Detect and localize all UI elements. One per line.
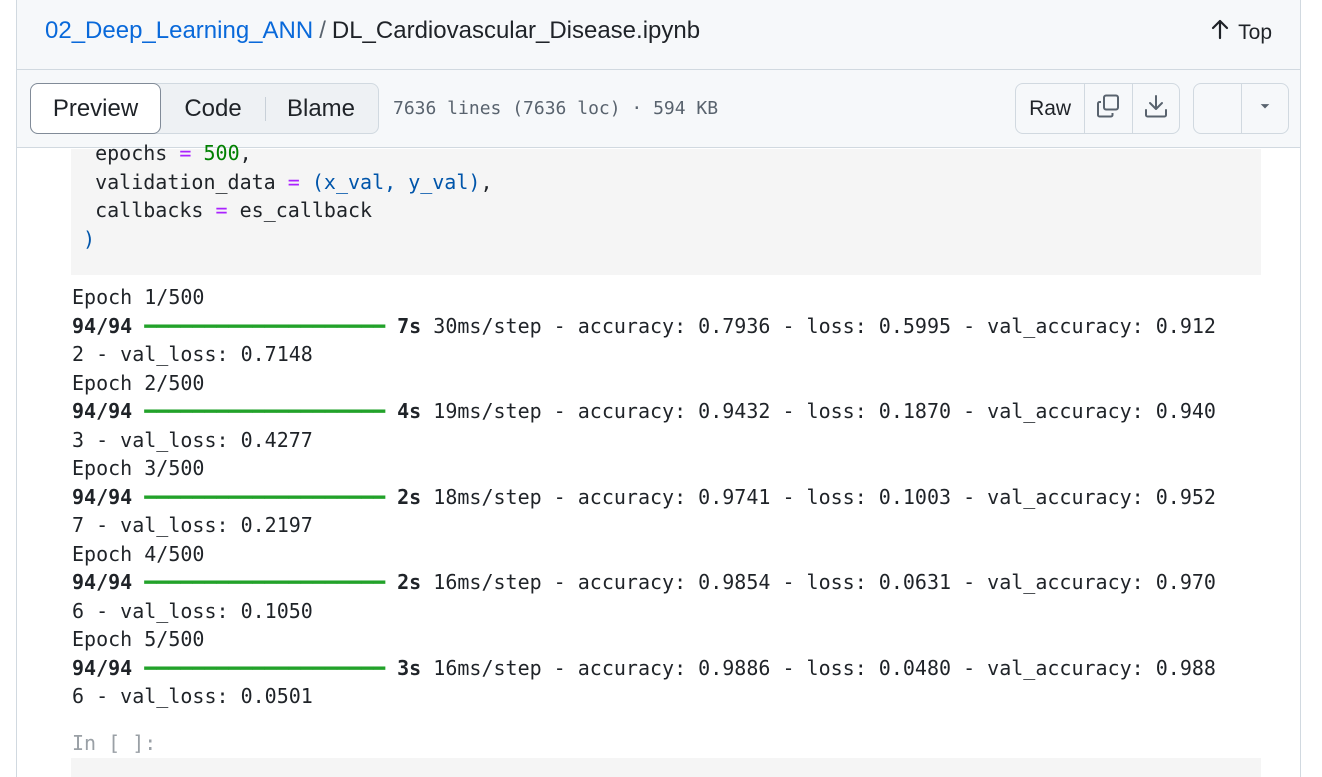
cell-output: Epoch 1/500 94/94 ━━━━━━━━━━━━━━━━━━━━ 7s… — [72, 283, 1262, 711]
edit-actions-group — [1193, 83, 1289, 134]
code-operator: = — [179, 141, 192, 165]
top-button-label: Top — [1238, 21, 1272, 44]
file-actions-group: Raw — [1015, 83, 1180, 134]
progress-bar: ━━━━━━━━━━━━━━━━━━━━ — [144, 484, 386, 509]
file-meta: 7636 lines (7636 loc) · 594 KB — [393, 98, 719, 119]
raw-button[interactable]: Raw — [1016, 84, 1084, 133]
code-closing-paren: ) — [83, 226, 96, 251]
edit-file-button[interactable] — [1194, 84, 1242, 133]
code-operator: = — [287, 169, 300, 194]
epoch-metrics-wrap: 2 - val_loss: 0.7148 — [72, 342, 313, 366]
breadcrumb: 02_Deep_Learning_ANN / DL_Cardiovascular_D… — [45, 16, 700, 46]
epoch-header: Epoch 5/500 — [72, 627, 205, 651]
notebook-preview: epochs = 500, validation_data = (x_val, … — [17, 141, 1300, 777]
epoch-time: 7s — [397, 313, 422, 338]
epoch-progress-line: 94/94 ━━━━━━━━━━━━━━━━━━━━ 7s 30ms/step … — [72, 312, 1262, 341]
step-count: 94/94 — [72, 655, 133, 680]
code-punctuation: , — [480, 169, 493, 194]
code-value: (x_val, y_val) — [311, 169, 481, 194]
epoch-metrics-wrap: 6 - val_loss: 0.1050 — [72, 598, 313, 623]
epoch-time: 2s — [397, 484, 422, 509]
code-identifier: callbacks — [95, 198, 204, 222]
epoch-header: Epoch 1/500 — [72, 285, 205, 309]
file-view: 02_Deep_Learning_ANN / DL_Cardiovascular_D… — [16, 0, 1301, 777]
epoch-time: 2s — [397, 570, 422, 594]
view-mode-segmented-control: Preview Code Blame — [30, 83, 379, 134]
epoch-time: 4s — [397, 399, 422, 423]
code-block: epochs = 500, validation_data = (x_val, … — [71, 139, 1261, 253]
epoch-metrics-wrap: 3 - val_loss: 0.4277 — [72, 427, 313, 452]
top-button[interactable]: Top — [1210, 18, 1272, 48]
tab-code[interactable]: Code — [161, 84, 265, 133]
breadcrumb-file-name: DL_Cardiovascular_Disease.ipynb — [331, 17, 701, 44]
code-punctuation: , — [239, 141, 252, 165]
breadcrumb-separator: / — [319, 17, 326, 44]
progress-bar: ━━━━━━━━━━━━━━━━━━━━ — [144, 399, 386, 423]
download-button[interactable] — [1131, 84, 1179, 133]
step-count: 94/94 — [72, 570, 133, 594]
tab-blame[interactable]: Blame — [266, 84, 376, 133]
epoch-metrics-wrap: 7 - val_loss: 0.2197 — [72, 513, 313, 537]
copy-raw-button[interactable] — [1084, 84, 1131, 133]
download-icon — [1143, 93, 1169, 124]
epoch-header: Epoch 3/500 — [72, 456, 205, 480]
breadcrumb-repo-link[interactable]: 02_Deep_Learning_ANN — [45, 17, 313, 44]
copy-icon — [1095, 93, 1121, 124]
input-prompt: In [ ]: — [72, 731, 157, 755]
epoch-metrics-wrap: 6 - val_loss: 0.0501 — [72, 684, 313, 708]
arrow-up-icon — [1210, 18, 1230, 48]
code-line: callbacks = es_callback — [71, 196, 1261, 225]
epoch-time: 3s — [397, 655, 422, 680]
file-toolbar: Preview Code Blame 7636 lines (7636 loc)… — [17, 70, 1300, 148]
step-count: 94/94 — [72, 399, 133, 423]
edit-options-dropdown[interactable] — [1241, 84, 1288, 133]
code-value: es_callback — [239, 198, 373, 222]
epoch-metrics: 16ms/step - accuracy: 0.9886 - loss: 0.0… — [421, 655, 1216, 680]
epoch-progress-line: 94/94 ━━━━━━━━━━━━━━━━━━━━ 3s 16ms/step … — [72, 654, 1262, 683]
progress-bar: ━━━━━━━━━━━━━━━━━━━━ — [144, 313, 386, 338]
epoch-header: Epoch 4/500 — [72, 541, 205, 566]
step-count: 94/94 — [72, 484, 133, 509]
code-line: epochs = 500, — [71, 139, 1261, 168]
epoch-progress-line: 94/94 ━━━━━━━━━━━━━━━━━━━━ 2s 18ms/step … — [72, 483, 1262, 512]
step-count: 94/94 — [72, 313, 133, 338]
file-header: 02_Deep_Learning_ANN / DL_Cardiovascular_D… — [17, 0, 1300, 70]
triangle-down-icon — [1257, 98, 1273, 119]
epoch-header: Epoch 2/500 — [72, 370, 205, 395]
code-cell: epochs = 500, validation_data = (x_val, … — [71, 141, 1261, 275]
code-operator: = — [215, 198, 228, 222]
code-line: validation_data = (x_val, y_val), — [71, 168, 1261, 197]
epoch-metrics: 30ms/step - accuracy: 0.7936 - loss: 0.5… — [421, 313, 1216, 338]
epoch-progress-line: 94/94 ━━━━━━━━━━━━━━━━━━━━ 4s 19ms/step … — [72, 397, 1262, 426]
empty-code-cell[interactable] — [71, 758, 1261, 777]
code-identifier: validation_data — [95, 169, 276, 194]
tab-preview[interactable]: Preview — [30, 83, 161, 134]
epoch-progress-line: 94/94 ━━━━━━━━━━━━━━━━━━━━ 2s 16ms/step … — [72, 568, 1262, 597]
code-line: ) — [71, 225, 1261, 254]
epoch-metrics: 16ms/step - accuracy: 0.9854 - loss: 0.0… — [421, 570, 1216, 594]
progress-bar: ━━━━━━━━━━━━━━━━━━━━ — [144, 570, 386, 594]
code-identifier: epochs — [95, 141, 168, 165]
code-value: 500 — [203, 141, 240, 165]
epoch-metrics: 19ms/step - accuracy: 0.9432 - loss: 0.1… — [421, 399, 1216, 423]
progress-bar: ━━━━━━━━━━━━━━━━━━━━ — [144, 655, 386, 680]
epoch-metrics: 18ms/step - accuracy: 0.9741 - loss: 0.1… — [421, 484, 1216, 509]
